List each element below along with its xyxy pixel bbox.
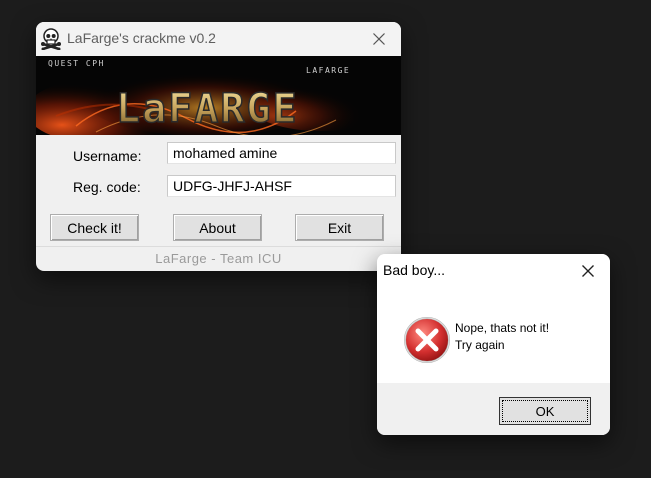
close-icon[interactable]	[368, 28, 390, 50]
dialog-body: Nope, thats not it! Try again	[377, 288, 610, 383]
regcode-input[interactable]: UDFG-JHFJ-AHSF	[167, 175, 396, 197]
banner-small-right: LAFARGE	[306, 66, 350, 75]
exit-button[interactable]: Exit	[295, 214, 384, 241]
title-bar[interactable]: LaFarge's crackme v0.2	[36, 22, 401, 56]
banner-logo: LaFARGE	[116, 86, 299, 132]
username-label: Username:	[73, 148, 142, 164]
dialog-footer: OK	[377, 383, 610, 435]
footer-divider	[36, 246, 401, 247]
dialog-title: Bad boy...	[383, 262, 446, 278]
error-dialog: Bad boy... Nope, thats not it! Try again…	[377, 254, 610, 435]
regcode-label: Reg. code:	[73, 179, 141, 195]
footer-credit: LaFarge - Team ICU	[155, 251, 282, 266]
ok-button[interactable]: OK	[499, 397, 591, 425]
skull-crossbones-icon	[40, 28, 62, 51]
error-message-line2: Try again	[455, 338, 505, 352]
check-button[interactable]: Check it!	[50, 214, 139, 241]
error-message-line1: Nope, thats not it!	[455, 321, 550, 335]
about-button[interactable]: About	[173, 214, 262, 241]
dialog-close-icon[interactable]	[577, 260, 599, 282]
error-icon	[403, 316, 451, 364]
banner-image: QUEST CPH LAFARGE LaFARGE	[36, 56, 401, 146]
window-title: LaFarge's crackme v0.2	[67, 30, 216, 46]
crackme-window: LaFarge's crackme v0.2 QUEST CPH LAFARGE…	[36, 22, 401, 271]
dialog-title-bar[interactable]: Bad boy...	[377, 254, 610, 288]
banner-small-left: QUEST CPH	[48, 59, 105, 68]
username-input[interactable]: mohamed amine	[167, 142, 396, 164]
